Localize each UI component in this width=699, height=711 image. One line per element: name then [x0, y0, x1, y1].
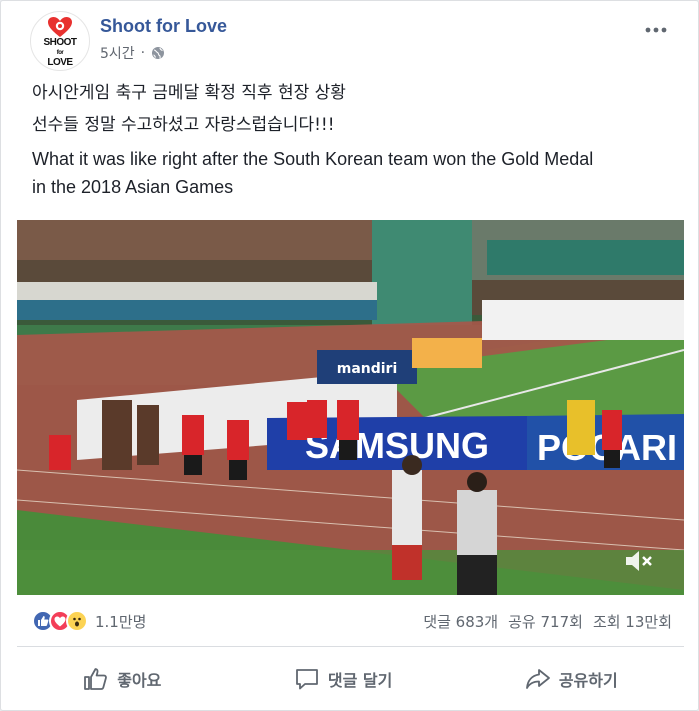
banner-mandiri: mandiri	[337, 361, 398, 377]
more-dots-icon	[645, 27, 667, 33]
globe-icon	[152, 47, 165, 59]
comment-label: 댓글 달기	[327, 671, 393, 690]
meta-separator: ·	[140, 45, 146, 61]
engagement-counts: 댓글 683개 공유 717회 조회 13만회	[423, 611, 672, 632]
share-count[interactable]: 공유 717회	[508, 611, 583, 632]
heart-logo-icon	[48, 16, 72, 37]
action-bar: 좋아요 댓글 달기 공유하기	[17, 657, 684, 701]
banner-samsung: SAMSUNG	[305, 425, 489, 466]
post-card: SHOOT for LOVE Shoot for Love 5시간 · 아시안게임 …	[0, 0, 699, 711]
post-time[interactable]: 5시간	[100, 43, 135, 63]
share-button[interactable]: 공유하기	[505, 661, 638, 697]
post-text-line-2: 선수들 정말 수고하셨고 자랑스럽습니다!!!	[32, 115, 335, 135]
page-avatar[interactable]: SHOOT for LOVE	[30, 11, 90, 71]
share-arrow-icon	[525, 669, 550, 689]
like-button[interactable]: 좋아요	[63, 661, 181, 697]
thumbs-up-icon	[84, 668, 108, 690]
post-text-line-4: in the 2018 Asian Games	[32, 177, 234, 197]
stats-divider	[17, 646, 684, 647]
more-options-button[interactable]	[644, 15, 668, 39]
post-stats: 1.1만명 댓글 683개 공유 717회 조회 13만회	[32, 606, 672, 636]
comment-count[interactable]: 댓글 683개	[423, 611, 498, 632]
speaker-muted-icon	[626, 551, 652, 571]
wow-reaction-icon	[66, 610, 88, 632]
view-count: 조회 13만회	[592, 612, 672, 631]
avatar-logo-text: SHOOT for LOVE	[43, 36, 77, 68]
post-meta: 5시간 ·	[100, 43, 165, 63]
post-text-line-1: 아시안게임 축구 금메달 확정 직후 현장 상황	[32, 83, 346, 103]
stadium-scene: mandiri SAMSUNG POCARI	[17, 220, 684, 595]
page-name-link[interactable]: Shoot for Love	[100, 16, 227, 37]
reactions-summary[interactable]: 1.1만명	[32, 610, 146, 632]
post-video[interactable]: mandiri SAMSUNG POCARI	[17, 220, 684, 595]
post-text-line-3: What it was like right after the South K…	[32, 149, 594, 169]
share-label: 공유하기	[558, 671, 618, 690]
like-label: 좋아요	[117, 671, 162, 690]
reaction-count[interactable]: 1.1만명	[95, 611, 146, 632]
post-body: 아시안게임 축구 금메달 확정 직후 현장 상황 선수들 정말 수고하셨고 자랑…	[32, 77, 672, 201]
mute-button[interactable]	[622, 547, 656, 575]
comment-bubble-icon	[295, 669, 318, 690]
comment-button[interactable]: 댓글 달기	[274, 661, 412, 697]
